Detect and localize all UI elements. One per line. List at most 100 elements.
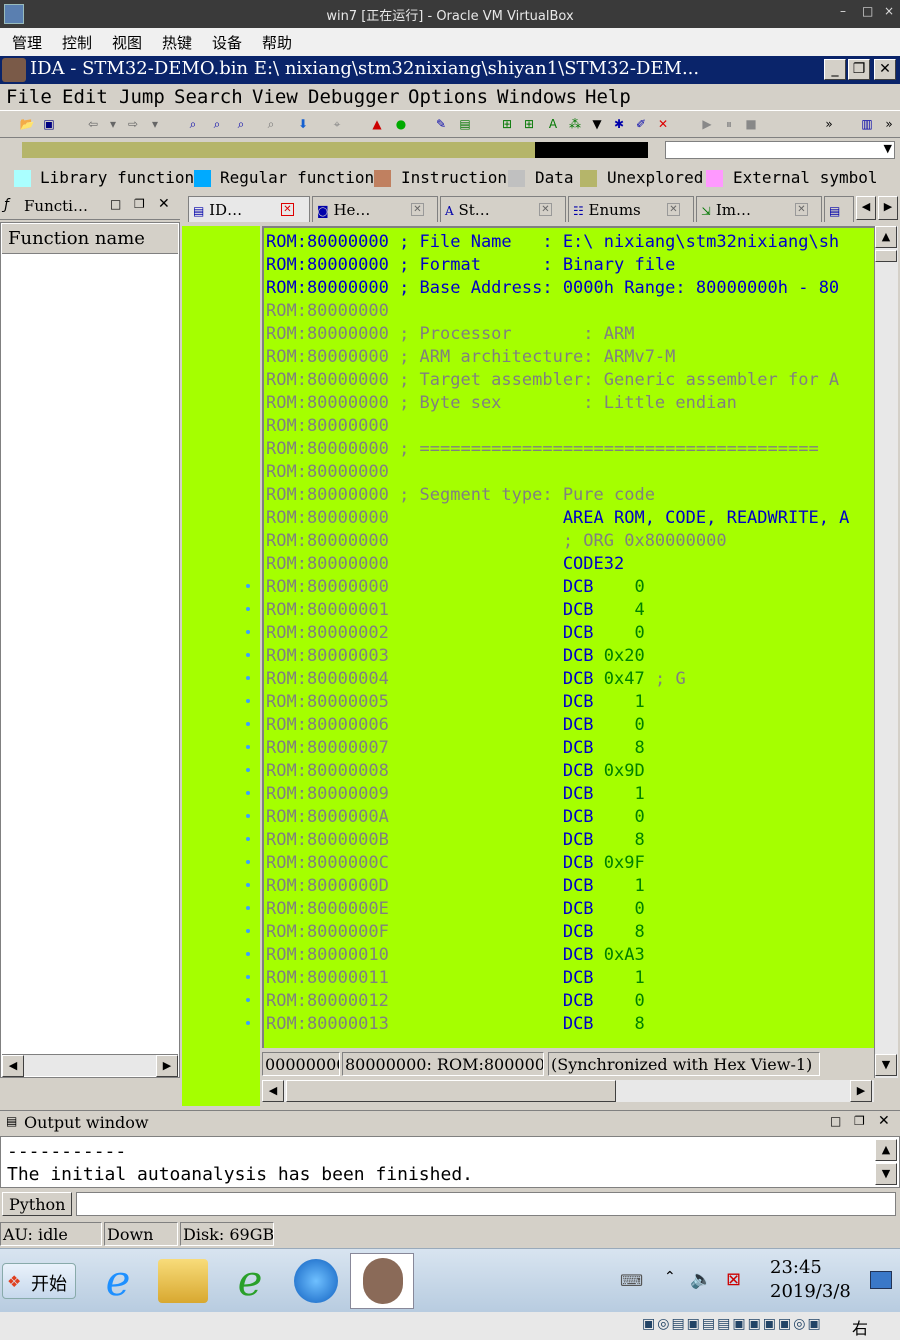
disasm-data-line[interactable]: ROM:8000000A DCB 0 <box>266 807 645 830</box>
disasm-mnemonic[interactable]: DCB <box>563 577 594 597</box>
debug-start-icon[interactable]: ▶ <box>698 115 716 133</box>
forward-icon[interactable]: ⇨ <box>124 115 142 133</box>
disasm-address[interactable]: ROM:80000000 <box>266 278 389 298</box>
toolbar-overflow-2-icon[interactable]: » <box>880 115 898 133</box>
disasm-address[interactable]: ROM:8000000A <box>266 807 389 827</box>
vbox-minimize-button[interactable]: – <box>840 4 846 18</box>
function-name-column-header[interactable]: Function name <box>2 224 178 254</box>
network-error-icon[interactable]: ⊠ <box>726 1269 741 1290</box>
disasm-operand[interactable]: 0 <box>604 623 645 643</box>
output-window-body[interactable]: ----------- The initial autoanalysis has… <box>0 1136 900 1188</box>
disasm-mnemonic[interactable]: DCB <box>563 807 594 827</box>
disasm-address[interactable]: ROM:80000008 <box>266 761 389 781</box>
mark-position-icon[interactable]: ⌖ <box>328 115 346 133</box>
tab-close-icon[interactable]: ✕ <box>539 203 552 216</box>
disasm-operand[interactable]: 0x9D <box>604 761 645 781</box>
disasm-address[interactable]: ROM:80000005 <box>266 692 389 712</box>
tab-ida-view[interactable]: ▤ ID… ✕ <box>188 196 310 222</box>
debug-pause-icon[interactable]: ⏸ <box>720 115 738 133</box>
menu-help[interactable]: Help <box>585 86 631 108</box>
make-code-icon[interactable]: ⊞ <box>498 115 516 133</box>
disasm-address[interactable]: ROM:80000012 <box>266 991 389 1011</box>
python-button[interactable]: Python <box>2 1192 72 1216</box>
graph-icon[interactable]: ▲ <box>368 115 386 133</box>
disasm-address[interactable]: ROM:80000000 <box>266 554 389 574</box>
disasm-address[interactable]: ROM:8000000B <box>266 830 389 850</box>
browser-icon[interactable]: ℯ <box>224 1255 276 1307</box>
menu-debugger[interactable]: Debugger <box>308 86 400 108</box>
media-icon[interactable] <box>294 1259 338 1303</box>
disasm-operand[interactable]: 0 <box>604 577 645 597</box>
disasm-address[interactable]: ROM:80000000 <box>266 462 389 482</box>
scroll-left-icon[interactable]: ◀ <box>262 1080 284 1102</box>
panel-maximize-icon[interactable]: □ <box>110 197 121 211</box>
disasm-operand[interactable]: 1 <box>604 784 645 804</box>
disasm-data-line[interactable]: ROM:80000012 DCB 0 <box>266 991 645 1014</box>
search-next-icon[interactable]: ⌕ <box>262 115 280 133</box>
scroll-up-icon[interactable]: ▲ <box>875 1139 897 1161</box>
disasm-line[interactable]: ROM:80000000 ; Target assembler: Generic… <box>266 370 839 393</box>
disasm-data-line[interactable]: ROM:80000009 DCB 1 <box>266 784 645 807</box>
start-button[interactable]: ❖ 开始 <box>2 1263 76 1299</box>
functions-list[interactable] <box>0 222 180 1078</box>
vbox-device-icons[interactable]: ▣◎▤▣▤▤▣▣▣▣◎▣ <box>642 1316 823 1332</box>
search-immediate-icon[interactable]: ⌕ <box>232 115 250 133</box>
tab-close-icon[interactable]: ✕ <box>411 203 424 216</box>
disasm-operand[interactable]: 0 <box>604 991 645 1011</box>
undefine-icon[interactable]: ✕ <box>654 115 672 133</box>
clock-date[interactable]: 2019/3/8 <box>770 1281 851 1302</box>
command-input[interactable] <box>76 1192 896 1216</box>
keyboard-icon[interactable]: ⌨ <box>620 1271 643 1290</box>
disasm-operand[interactable]: 0xA3 <box>604 945 645 965</box>
disasm-mnemonic[interactable]: DCB <box>563 830 594 850</box>
tab-close-icon[interactable]: ✕ <box>667 203 680 216</box>
search-binary-icon[interactable]: ⌕ <box>184 115 202 133</box>
menu-jump[interactable]: Jump <box>119 86 165 108</box>
tab-close-icon[interactable]: ✕ <box>281 203 294 216</box>
disasm-line[interactable]: ROM:80000000 ; Format : Binary file <box>266 255 675 278</box>
disasm-address[interactable]: ROM:80000000 <box>266 508 389 528</box>
patch-icon[interactable]: ▤ <box>456 115 474 133</box>
scroll-right-icon[interactable]: ▶ <box>156 1055 178 1077</box>
disasm-address[interactable]: ROM:80000009 <box>266 784 389 804</box>
disasm-line[interactable]: ROM:80000000 ; File Name : E:\ nixiang\s… <box>266 232 839 255</box>
disasm-address[interactable]: ROM:80000004 <box>266 669 389 689</box>
jump-down-icon[interactable]: ⬇ <box>294 115 312 133</box>
vbox-menu-view[interactable]: 视图 <box>112 32 142 53</box>
panel-float-icon[interactable]: ❐ <box>134 197 145 211</box>
open-icon[interactable]: 📂 <box>18 115 36 133</box>
disasm-mnemonic[interactable]: DCB <box>563 876 594 896</box>
make-ascii-icon[interactable]: A <box>544 115 562 133</box>
disasm-mnemonic[interactable]: DCB <box>563 945 594 965</box>
hscroll-thumb[interactable] <box>286 1080 616 1102</box>
disasm-line[interactable]: ROM:80000000 CODE32 <box>266 554 624 577</box>
disasm-mnemonic[interactable]: DCB <box>563 784 594 804</box>
segment-combo[interactable]: ▼ <box>665 141 895 159</box>
disasm-address[interactable]: ROM:80000000 <box>266 370 389 390</box>
disasm-address[interactable]: ROM:80000000 <box>266 324 389 344</box>
scroll-down-icon[interactable]: ▼ <box>875 1054 897 1076</box>
disasm-mnemonic[interactable]: DCB <box>563 669 594 689</box>
scroll-down-icon[interactable]: ▼ <box>875 1163 897 1185</box>
menu-view[interactable]: View <box>252 86 298 108</box>
disasm-vscrollbar[interactable]: ▲ ▼ <box>874 226 898 1078</box>
disasm-data-line[interactable]: ROM:8000000E DCB 0 <box>266 899 645 922</box>
disasm-address[interactable]: ROM:80000006 <box>266 715 389 735</box>
function-icon[interactable]: ✱ <box>610 115 628 133</box>
disasm-data-line[interactable]: ROM:80000008 DCB 0x9D <box>266 761 645 784</box>
disasm-mnemonic[interactable]: DCB <box>563 922 594 942</box>
disasm-data-line[interactable]: ROM:8000000D DCB 1 <box>266 876 645 899</box>
disasm-address[interactable]: ROM:80000001 <box>266 600 389 620</box>
disasm-address[interactable]: ROM:80000000 <box>266 232 389 252</box>
disasm-line[interactable]: ROM:80000000 ; Byte sex : Little endian <box>266 393 737 416</box>
disasm-data-line[interactable]: ROM:80000002 DCB 0 <box>266 623 645 646</box>
disasm-line[interactable]: ROM:80000000 ; Base Address: 0000h Range… <box>266 278 839 301</box>
ida-restore-button[interactable]: ❐ <box>848 59 870 80</box>
menu-windows[interactable]: Windows <box>497 86 577 108</box>
disasm-operand[interactable]: 0x9F <box>604 853 645 873</box>
make-data-icon[interactable]: ⊞ <box>520 115 538 133</box>
disasm-address[interactable]: ROM:80000000 <box>266 577 389 597</box>
disasm-operand[interactable]: 8 <box>604 738 645 758</box>
disasm-line[interactable]: ROM:80000000 <box>266 416 389 439</box>
disasm-mnemonic[interactable]: DCB <box>563 853 594 873</box>
